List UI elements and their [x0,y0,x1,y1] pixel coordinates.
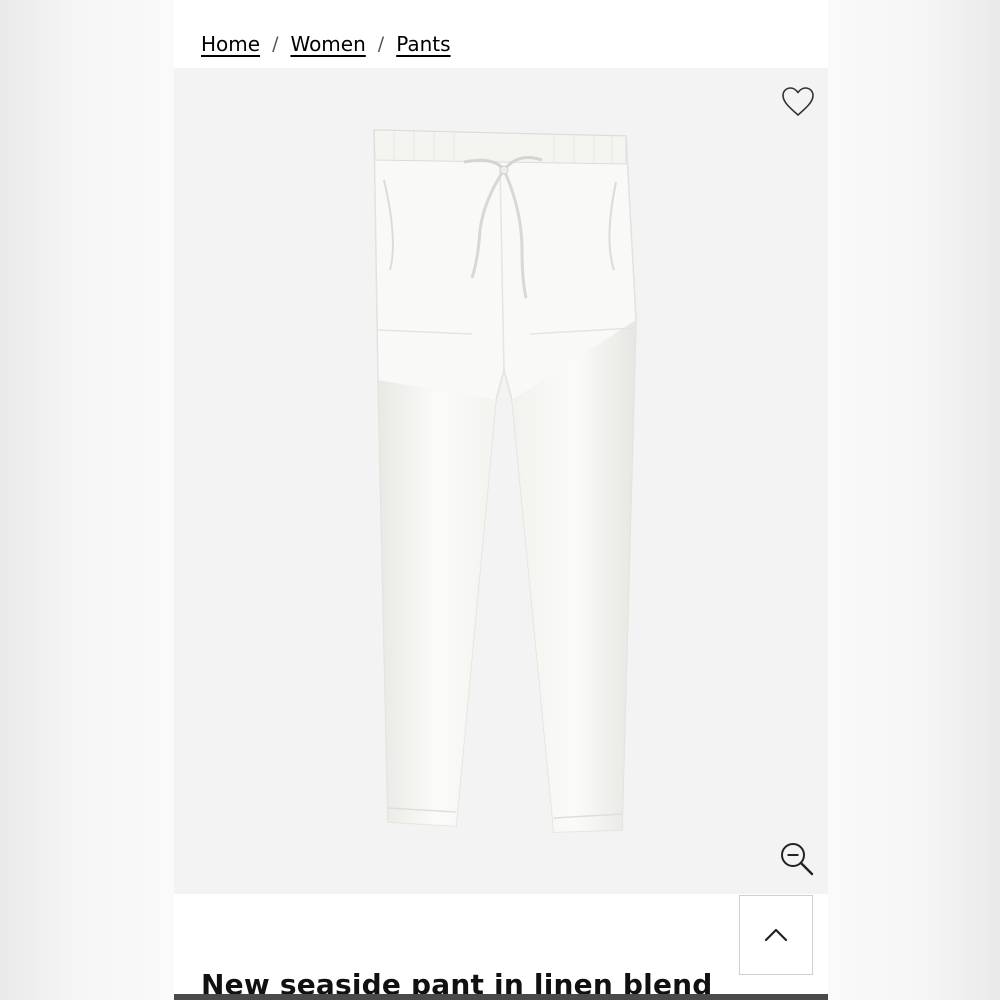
breadcrumb-separator: / [272,33,279,55]
chevron-up-icon [764,928,788,942]
zoom-out-icon[interactable] [779,841,815,877]
product-page: Home / Women / Pants New seaside pant in… [174,0,828,1000]
product-image-area[interactable] [174,68,828,894]
product-image [373,129,637,833]
breadcrumb-separator: / [377,33,385,55]
breadcrumb-home-link[interactable]: Home [201,30,260,58]
breadcrumb-women-link[interactable]: Women [290,30,365,58]
breadcrumb: Home / Women / Pants [201,30,451,58]
bottom-bar [174,994,828,1000]
breadcrumb-pants-link[interactable]: Pants [396,30,450,58]
scroll-to-top-button[interactable] [739,895,813,975]
wishlist-heart-icon[interactable] [780,86,816,118]
